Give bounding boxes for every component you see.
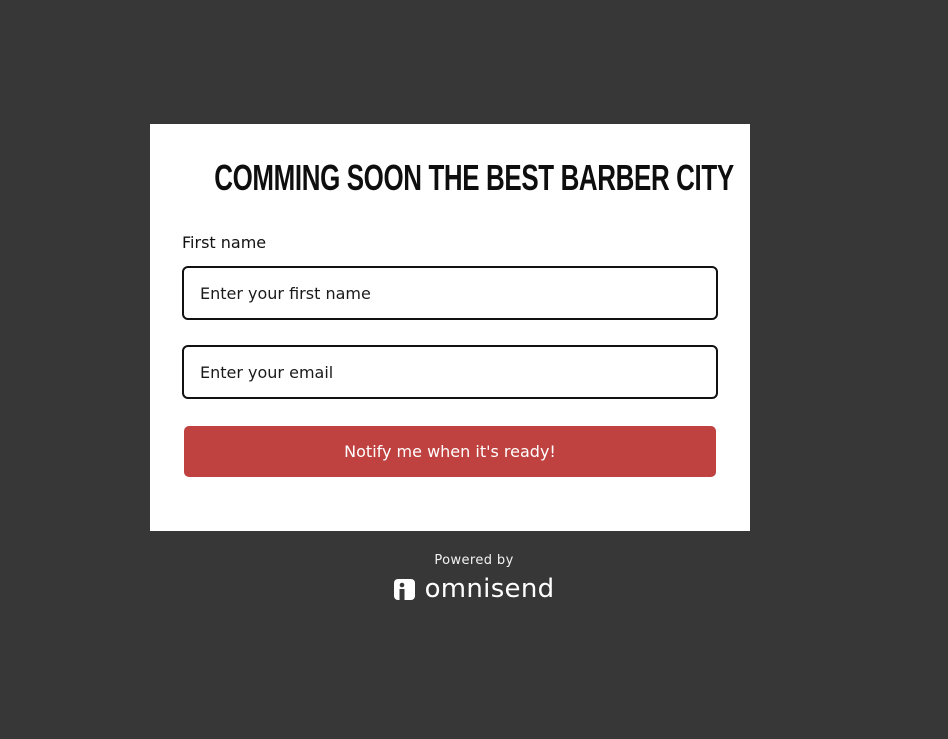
powered-by: Powered by omnisend [0, 553, 948, 605]
first-name-label: First name [182, 233, 267, 252]
notify-button[interactable]: Notify me when it's ready! [184, 426, 716, 477]
powered-by-label: Powered by [434, 553, 514, 568]
omnisend-logo-icon [393, 578, 415, 600]
page-title: COMMING SOON THE BEST BARBER CITY [214, 157, 734, 198]
page: First name Notify me when it's ready! CO… [0, 0, 948, 739]
first-name-input[interactable] [182, 266, 718, 320]
email-input[interactable] [182, 345, 718, 399]
omnisend-link[interactable]: omnisend [393, 573, 555, 605]
omnisend-wordmark: omnisend [424, 574, 555, 604]
